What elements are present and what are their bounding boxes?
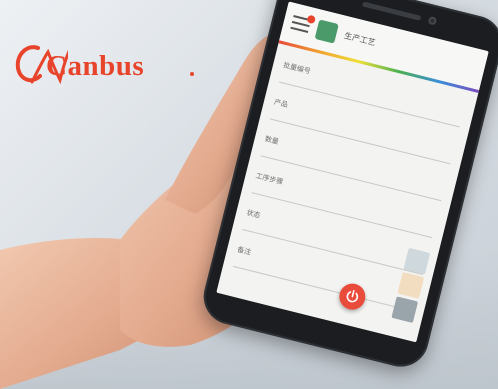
field-label: 批量编号 bbox=[282, 62, 312, 76]
brand-name: Canbus bbox=[46, 50, 145, 82]
field-label: 工序步骤 bbox=[254, 172, 284, 187]
app-icon bbox=[314, 19, 339, 44]
power-icon bbox=[346, 289, 359, 303]
field-label: 产品 bbox=[273, 98, 289, 110]
speaker-grille bbox=[361, 1, 422, 21]
app-title: 生产工艺 bbox=[343, 31, 377, 48]
logo-dot bbox=[190, 72, 194, 76]
canbus-logo: Canbus bbox=[8, 10, 208, 90]
photo-scene: Canbus 生产工艺 批量编号 产品 数量 工序步骤 状态 备注 bbox=[0, 0, 498, 389]
field-underline bbox=[233, 265, 414, 312]
front-camera bbox=[427, 15, 438, 26]
field-label: 状态 bbox=[245, 209, 261, 220]
field-label: 备注 bbox=[236, 246, 252, 257]
form: 批量编号 产品 数量 工序步骤 状态 ▾ bbox=[222, 50, 477, 321]
field-label: 数量 bbox=[263, 135, 280, 147]
